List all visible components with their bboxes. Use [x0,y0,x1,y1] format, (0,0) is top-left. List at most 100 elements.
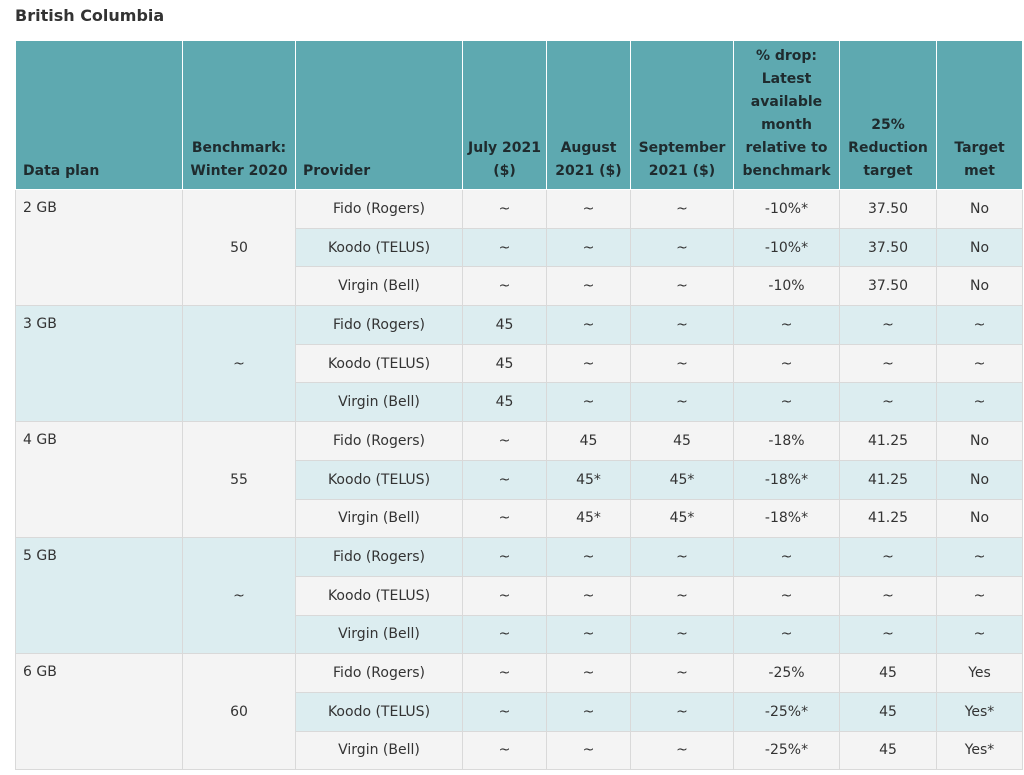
july-cell: ~ [462,189,547,229]
september-cell: ~ [630,614,734,655]
target-met-cell: No [936,498,1023,539]
provider-cell: Koodo (TELUS) [295,575,463,616]
september-cell: ~ [630,575,734,616]
drop-cell: ~ [733,305,840,345]
table-row: 3 GB ~ Fido (Rogers) 45 ~ ~ ~ ~ ~ [15,305,1023,423]
drop-cell: -10% [733,266,840,307]
column-header-provider: Provider [295,40,463,190]
september-cell: ~ [630,189,734,229]
september-cell: ~ [630,653,734,693]
july-cell: ~ [462,653,547,693]
drop-cell: -18%* [733,459,840,500]
target-met-cell: ~ [936,575,1023,616]
target-cell: 45 [839,653,937,693]
september-cell: 45* [630,459,734,500]
provider-cell: Koodo (TELUS) [295,343,463,384]
august-cell: 45 [546,421,631,461]
target-met-cell: No [936,266,1023,307]
september-cell: ~ [630,382,734,423]
provider-cell: Fido (Rogers) [295,653,463,693]
target-met-cell: No [936,459,1023,500]
benchmark-cell: ~ [182,537,296,655]
column-header-august: August 2021 ($) [546,40,631,190]
drop-cell: -25% [733,653,840,693]
table-row: 4 GB 55 Fido (Rogers) ~45 45 -18% 41.25 No [15,421,1023,539]
provider-cell: Virgin (Bell) [295,498,463,539]
table-body: 2 GB 50 Fido (Rogers) ~ ~ ~ -10%* 37.50 No Koodo … [15,188,1023,771]
table-row: 5 GB ~ Fido (Rogers) ~ ~ ~ ~ ~ ~ [15,537,1023,655]
drop-cell: -18% [733,421,840,461]
august-cell: ~ [546,730,631,771]
drop-cell: -25%* [733,691,840,732]
provider-cell: Fido (Rogers) [295,189,463,229]
target-cell: 37.50 [839,227,937,268]
target-cell: 37.50 [839,266,937,307]
september-cell: ~ [630,343,734,384]
target-cell: 45 [839,730,937,771]
drop-cell: ~ [733,382,840,423]
target-met-cell: Yes [936,653,1023,693]
july-cell: ~ [462,730,547,771]
august-cell: ~ [546,691,631,732]
target-cell: 41.25 [839,459,937,500]
column-header-reduction-target: 25% Reduction target [839,40,937,190]
september-cell: ~ [630,227,734,268]
july-cell: ~ [462,227,547,268]
august-cell: ~ [546,227,631,268]
benchmark-cell: ~ [182,305,296,423]
provider-cell: Fido (Rogers) [295,305,463,345]
august-cell: 45* [546,459,631,500]
september-cell: ~ [630,305,734,345]
column-header-september: September 2021 ($) [630,40,734,190]
target-met-cell: No [936,421,1023,461]
target-met-cell: ~ [936,305,1023,345]
target-met-cell: No [936,227,1023,268]
july-cell: ~ [462,691,547,732]
august-cell: ~ [546,575,631,616]
benchmark-cell: 60 [182,653,296,771]
target-met-cell: ~ [936,343,1023,384]
drop-cell: ~ [733,537,840,577]
target-cell: ~ [839,343,937,384]
august-cell: 45* [546,498,631,539]
benchmark-cell: 50 [182,188,296,307]
data-plan-cell: 6 GB [15,653,183,771]
july-cell: 45 [462,343,547,384]
provider-cell: Fido (Rogers) [295,421,463,461]
september-cell: 45* [630,498,734,539]
target-met-cell: ~ [936,382,1023,423]
september-cell: ~ [630,691,734,732]
provider-cell: Koodo (TELUS) [295,691,463,732]
column-header-percent-drop: % drop: Latest available month relative … [733,40,840,190]
august-cell: ~ [546,614,631,655]
july-cell: ~ [462,575,547,616]
table-row: 6 GB 60 Fido (Rogers) ~ ~ ~ -25% 45 Yes [15,653,1023,771]
provider-cell: Virgin (Bell) [295,266,463,307]
table-row: 2 GB 50 Fido (Rogers) ~ ~ ~ -10%* 37.50 No [15,188,1023,307]
target-cell: ~ [839,575,937,616]
september-cell: ~ [630,266,734,307]
provider-cell: Virgin (Bell) [295,614,463,655]
july-cell: ~ [462,537,547,577]
target-met-cell: ~ [936,614,1023,655]
target-met-cell: Yes* [936,730,1023,771]
september-cell: 45 [630,421,734,461]
august-cell: ~ [546,382,631,423]
target-cell: ~ [839,537,937,577]
column-header-data-plan: Data plan [15,40,183,190]
data-plan-cell: 5 GB [15,537,183,655]
drop-cell: -10%* [733,227,840,268]
header-row: Data plan Benchmark: Winter 2020 Provide… [15,40,1023,190]
drop-cell: ~ [733,343,840,384]
provider-cell: Koodo (TELUS) [295,227,463,268]
july-cell: ~ [462,421,547,461]
data-plan-cell: 4 GB [15,421,183,539]
provider-cell: Koodo (TELUS) [295,459,463,500]
data-plan-cell: 2 GB [15,188,183,307]
july-cell: ~ [462,266,547,307]
august-cell: ~ [546,343,631,384]
target-met-cell: ~ [936,537,1023,577]
target-cell: ~ [839,614,937,655]
september-cell: ~ [630,537,734,577]
august-cell: ~ [546,266,631,307]
